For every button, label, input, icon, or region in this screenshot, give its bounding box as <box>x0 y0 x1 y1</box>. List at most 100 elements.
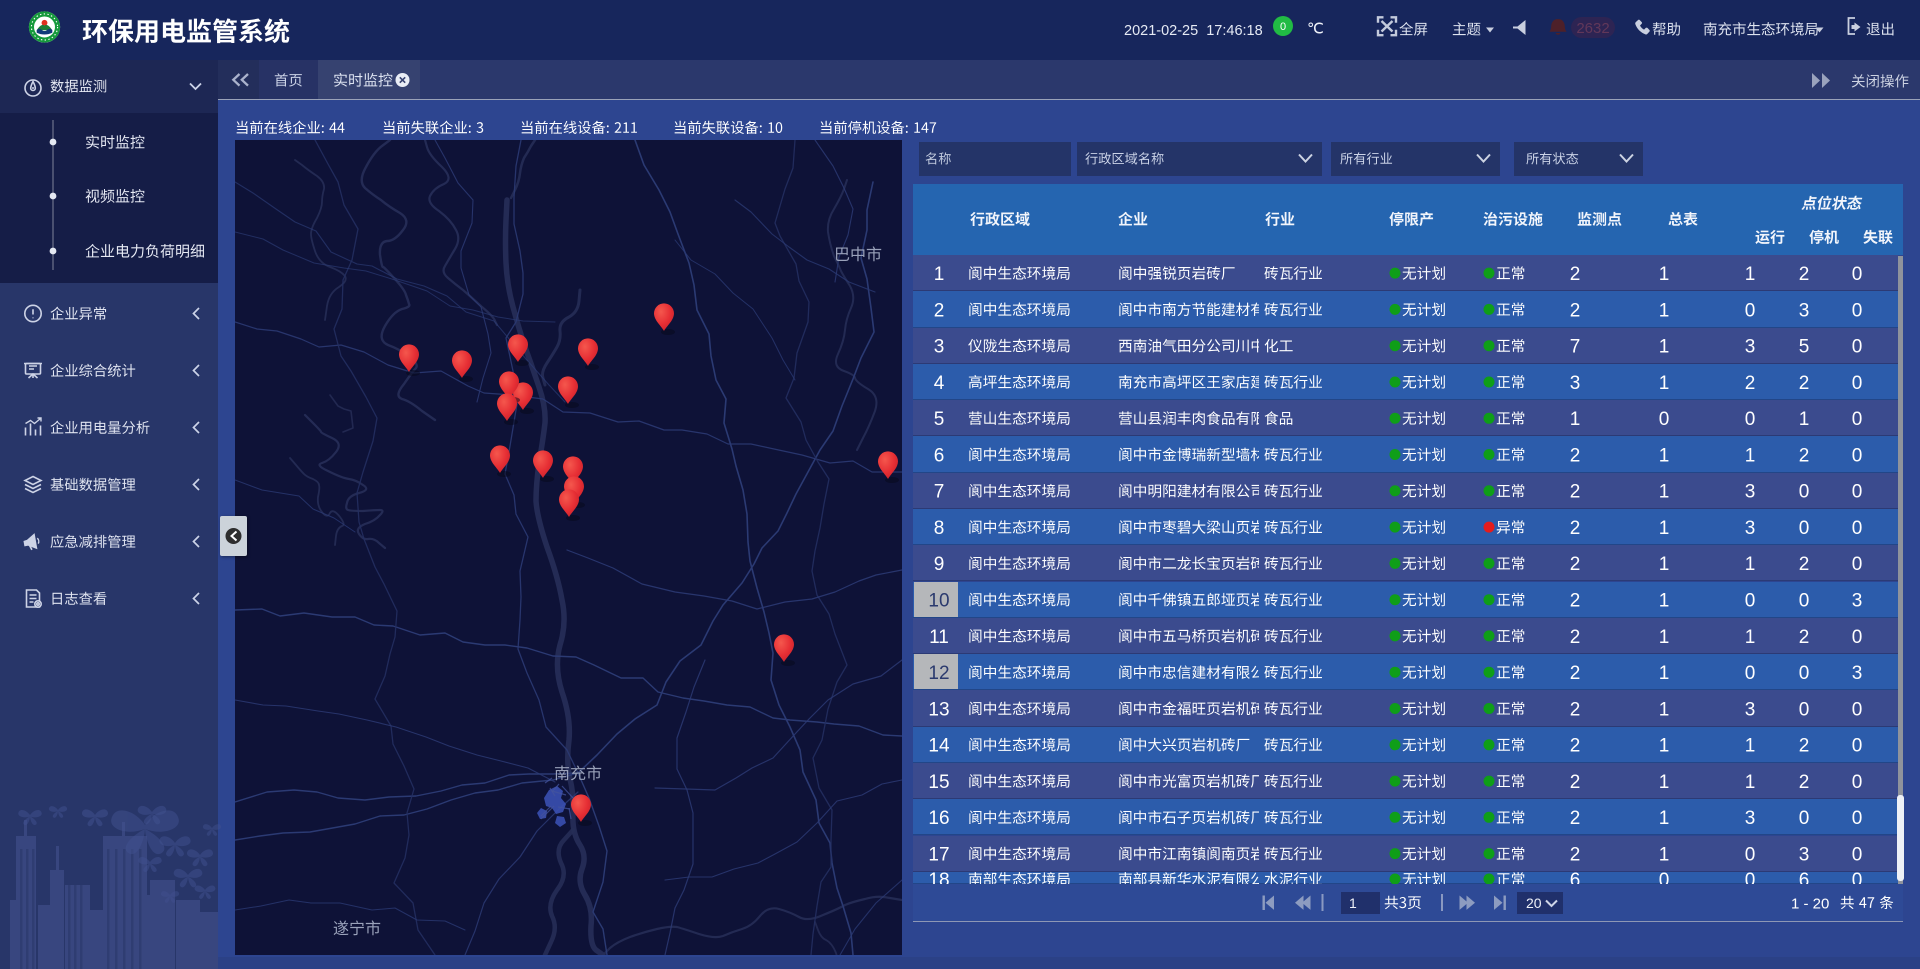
svg-text:1: 1 <box>1659 445 1670 466</box>
svg-text:2: 2 <box>1799 736 1810 757</box>
svg-text:2: 2 <box>1570 300 1581 321</box>
svg-text:1: 1 <box>1349 895 1357 911</box>
svg-text:1: 1 <box>1799 409 1810 430</box>
svg-text:2: 2 <box>1570 554 1581 575</box>
svg-text:1: 1 <box>1659 300 1670 321</box>
svg-text:16: 16 <box>928 808 949 829</box>
svg-text:6: 6 <box>1570 870 1581 891</box>
svg-text:2: 2 <box>1570 482 1581 503</box>
svg-text:6: 6 <box>1799 870 1810 891</box>
svg-text:2: 2 <box>1799 772 1810 793</box>
svg-text:2021-02-25 17:46:18: 2021-02-25 17:46:18 <box>1124 23 1263 39</box>
svg-text:0: 0 <box>1659 409 1670 430</box>
svg-text:1: 1 <box>934 264 945 285</box>
svg-text:0: 0 <box>1799 663 1810 684</box>
svg-text:1: 1 <box>1745 736 1756 757</box>
svg-text:0: 0 <box>1852 518 1863 539</box>
svg-text:0: 0 <box>1852 736 1863 757</box>
svg-text:0: 0 <box>1852 554 1863 575</box>
svg-text:0: 0 <box>1852 300 1863 321</box>
svg-text:0: 0 <box>1852 699 1863 720</box>
svg-text:2: 2 <box>1570 445 1581 466</box>
svg-text:0: 0 <box>1852 445 1863 466</box>
svg-text:1: 1 <box>1659 699 1670 720</box>
svg-text:12: 12 <box>928 663 949 684</box>
svg-text:0: 0 <box>1852 409 1863 430</box>
svg-text:1: 1 <box>1745 772 1756 793</box>
svg-text:14: 14 <box>928 736 950 757</box>
svg-text:3: 3 <box>1570 373 1581 394</box>
svg-text:1: 1 <box>1659 736 1670 757</box>
svg-text:0: 0 <box>1852 482 1863 503</box>
svg-text:2: 2 <box>1570 845 1581 866</box>
svg-text:2: 2 <box>1570 591 1581 612</box>
svg-text:17: 17 <box>928 845 949 866</box>
svg-text:3: 3 <box>1745 808 1756 829</box>
svg-text:6: 6 <box>934 445 945 466</box>
svg-text:11: 11 <box>929 627 949 648</box>
svg-text:5: 5 <box>1799 337 1810 358</box>
svg-text:1: 1 <box>1659 518 1670 539</box>
svg-text:0: 0 <box>1799 518 1810 539</box>
svg-text:8: 8 <box>934 518 945 539</box>
svg-text:2: 2 <box>1570 264 1581 285</box>
svg-text:3: 3 <box>1799 845 1810 866</box>
svg-text:2: 2 <box>1570 627 1581 648</box>
svg-text:2: 2 <box>1799 445 1810 466</box>
svg-text:2: 2 <box>1570 736 1581 757</box>
svg-text:0: 0 <box>1852 870 1863 891</box>
svg-text:0: 0 <box>1280 21 1286 33</box>
svg-text:3: 3 <box>1852 663 1863 684</box>
svg-text:1: 1 <box>1659 482 1670 503</box>
svg-text:3: 3 <box>1799 300 1810 321</box>
svg-text:18: 18 <box>928 870 949 891</box>
svg-text:0: 0 <box>1852 337 1863 358</box>
svg-text:2632: 2632 <box>1576 20 1609 37</box>
svg-text:3: 3 <box>1852 591 1863 612</box>
svg-text:5: 5 <box>934 409 945 430</box>
svg-text:2: 2 <box>1570 663 1581 684</box>
svg-text:0: 0 <box>1745 845 1756 866</box>
svg-text:0: 0 <box>1799 482 1810 503</box>
svg-text:1: 1 <box>1659 591 1670 612</box>
svg-text:3: 3 <box>1745 518 1756 539</box>
svg-text:1: 1 <box>1659 772 1670 793</box>
svg-text:1: 1 <box>1745 445 1756 466</box>
svg-text:7: 7 <box>934 482 945 503</box>
svg-text:2: 2 <box>1570 518 1581 539</box>
svg-text:7: 7 <box>1570 337 1581 358</box>
svg-text:15: 15 <box>928 772 949 793</box>
svg-text:1: 1 <box>1659 264 1670 285</box>
svg-text:0: 0 <box>1852 845 1863 866</box>
svg-text:0: 0 <box>1659 870 1670 891</box>
svg-text:0: 0 <box>1745 663 1756 684</box>
svg-text:1: 1 <box>1659 373 1670 394</box>
svg-text:0: 0 <box>1745 300 1756 321</box>
svg-text:0: 0 <box>1852 373 1863 394</box>
svg-text:1: 1 <box>1745 264 1756 285</box>
svg-text:2: 2 <box>934 300 945 321</box>
svg-text:0: 0 <box>1852 808 1863 829</box>
svg-text:2: 2 <box>1570 699 1581 720</box>
svg-text:2: 2 <box>1799 373 1810 394</box>
svg-text:10: 10 <box>928 591 949 612</box>
svg-text:0: 0 <box>1799 808 1810 829</box>
svg-text:3: 3 <box>934 337 945 358</box>
svg-text:3: 3 <box>1745 482 1756 503</box>
svg-text:0: 0 <box>1852 627 1863 648</box>
svg-text:4: 4 <box>934 373 945 394</box>
svg-text:2: 2 <box>1799 627 1810 648</box>
svg-text:2: 2 <box>1570 808 1581 829</box>
svg-text:1: 1 <box>1659 554 1670 575</box>
svg-text:1: 1 <box>1659 337 1670 358</box>
svg-text:0: 0 <box>1799 591 1810 612</box>
svg-text:℃: ℃ <box>1307 20 1324 37</box>
svg-text:0: 0 <box>1799 699 1810 720</box>
svg-text:20: 20 <box>1526 895 1542 911</box>
svg-text:2: 2 <box>1799 554 1810 575</box>
svg-text:3: 3 <box>1745 337 1756 358</box>
svg-text:0: 0 <box>1745 870 1756 891</box>
svg-text:1: 1 <box>1659 627 1670 648</box>
svg-text:2: 2 <box>1799 264 1810 285</box>
svg-text:1: 1 <box>1745 627 1756 648</box>
